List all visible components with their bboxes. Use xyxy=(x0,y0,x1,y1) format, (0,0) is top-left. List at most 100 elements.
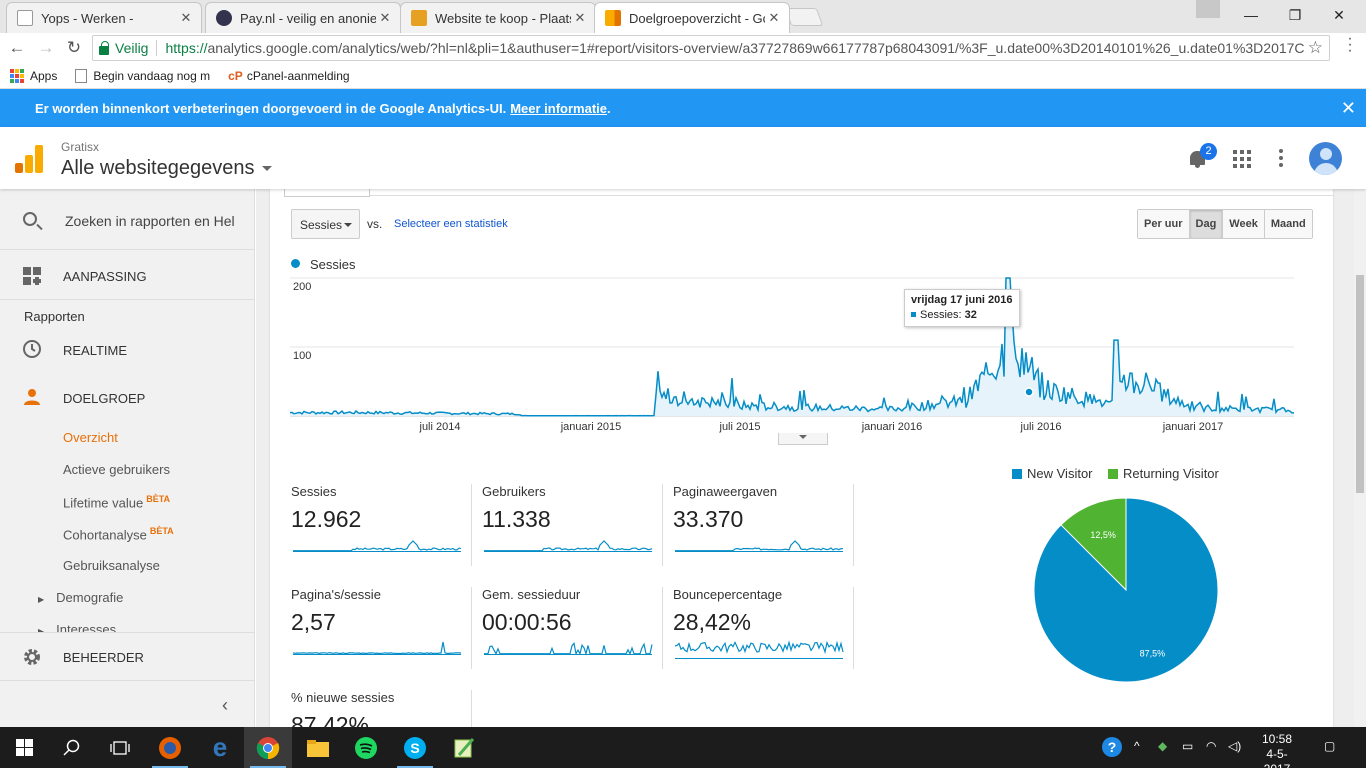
pie-legend-new[interactable]: New Visitor xyxy=(1012,466,1093,481)
close-icon[interactable]: ✕ xyxy=(765,10,783,26)
x-tick-label: juli 2014 xyxy=(419,421,461,433)
wifi-icon[interactable]: ◠ xyxy=(1206,739,1216,753)
divider xyxy=(853,587,854,669)
task-view-icon[interactable] xyxy=(96,727,144,768)
metric-dropdown[interactable]: Sessies xyxy=(291,209,360,239)
period-dag-button[interactable]: Dag xyxy=(1189,210,1224,238)
more-vert-icon[interactable] xyxy=(1279,149,1283,167)
metric-tile[interactable]: % nieuwe sessies 87,42% xyxy=(291,690,481,727)
bookmark-item[interactable]: cP cPanel-aanmelding xyxy=(228,69,349,83)
minimize-icon[interactable]: — xyxy=(1228,0,1274,30)
apps-grid-icon[interactable] xyxy=(1233,150,1251,168)
browser-tab-active[interactable]: Doelgroepoverzicht - Go ✕ xyxy=(594,2,790,33)
restore-icon[interactable]: ❐ xyxy=(1272,0,1318,30)
sparkline xyxy=(293,540,462,552)
reload-icon[interactable]: ↻ xyxy=(63,37,85,59)
collapse-sidebar-icon[interactable]: ‹ xyxy=(222,695,228,716)
system-clock[interactable]: 10:58 4-5-2017 xyxy=(1256,732,1298,777)
skype-icon[interactable]: S xyxy=(391,727,439,768)
new-tab-button[interactable] xyxy=(784,8,824,26)
metric-tile[interactable]: Paginaweergaven 33.370 xyxy=(673,484,863,566)
report-area: Sessies vs. Selecteer een statistiek Per… xyxy=(256,189,1354,727)
action-center-icon[interactable]: ▢ xyxy=(1324,739,1335,753)
close-window-icon[interactable]: ✕ xyxy=(1316,0,1362,30)
browser-tab[interactable]: Pay.nl - veilig en anonien ✕ xyxy=(205,2,401,33)
select-statistic-link[interactable]: Selecteer een statistiek xyxy=(394,218,508,230)
visitor-pie-chart[interactable]: 12,5% 87,5% xyxy=(1031,495,1221,685)
sidebar-search[interactable]: Zoeken in rapporten en Hel xyxy=(0,189,254,250)
section-label-rapporten: Rapporten xyxy=(24,309,85,324)
back-icon[interactable]: ← xyxy=(6,37,28,59)
chrome-icon[interactable] xyxy=(244,727,292,768)
sidebar-item-beheerder[interactable]: BEHEERDER xyxy=(0,633,254,681)
secure-indicator[interactable]: Veilig xyxy=(99,40,148,56)
bookmark-apps[interactable]: Apps xyxy=(10,68,57,83)
pie-slice[interactable] xyxy=(1033,497,1219,683)
browser-tab[interactable]: Website te koop - Plaats ✕ xyxy=(400,2,596,33)
help-icon[interactable]: ? xyxy=(1101,736,1123,761)
close-icon[interactable]: ✕ xyxy=(571,10,589,26)
triangle-right-icon: ▶ xyxy=(38,595,45,604)
address-bar[interactable]: Veilig https:// analytics.google.com/ana… xyxy=(92,35,1330,61)
period-per-uur-button[interactable]: Per uur xyxy=(1138,210,1190,238)
report-tab[interactable] xyxy=(284,189,370,197)
sidebar-item-realtime[interactable]: REALTIME xyxy=(0,333,254,367)
chevron-up-icon[interactable]: ^ xyxy=(1134,739,1140,753)
period-maand-button[interactable]: Maand xyxy=(1264,210,1312,238)
firefox-icon[interactable] xyxy=(146,727,194,768)
taskbar: e S ? ^ ◆ ▭ ◠ ◁) 10:58 4-5-2017 ▢ xyxy=(0,727,1366,776)
windows-start-icon[interactable] xyxy=(0,727,48,768)
sidebar-subitem-gebruiksanalyse[interactable]: Gebruiksanalyse xyxy=(63,558,160,573)
collapse-chart-button[interactable] xyxy=(778,433,828,445)
search-icon xyxy=(23,212,37,226)
vs-label: vs. xyxy=(367,217,383,231)
sidebar-subitem-lifetime-value[interactable]: Lifetime value BÈTA xyxy=(63,494,170,510)
notice-link[interactable]: Meer informatie xyxy=(510,101,607,116)
metric-tile[interactable]: Gebruikers 11.338 xyxy=(482,484,672,566)
profile-button[interactable] xyxy=(1196,0,1220,18)
sidebar-item-aanpassing[interactable]: AANPASSING xyxy=(0,250,254,300)
bookmark-item[interactable]: Begin vandaag nog m xyxy=(75,68,210,83)
avatar[interactable] xyxy=(1309,142,1342,175)
sidebar-subitem-overzicht[interactable]: Overzicht xyxy=(63,430,118,445)
battery-icon[interactable]: ▭ xyxy=(1182,739,1193,753)
divider xyxy=(471,690,472,727)
sparkline xyxy=(675,540,844,552)
legend-swatch xyxy=(1012,468,1022,479)
page-scrollbar[interactable] xyxy=(1354,189,1366,727)
metric-tile[interactable]: Bouncepercentage 28,42% xyxy=(673,587,863,669)
scrollbar-thumb[interactable] xyxy=(1356,275,1364,493)
pie-legend-returning[interactable]: Returning Visitor xyxy=(1108,466,1219,481)
search-icon[interactable] xyxy=(48,727,96,768)
svg-text:S: S xyxy=(410,740,419,756)
browser-menu-icon[interactable]: · · · xyxy=(1340,31,1360,59)
sidebar-subitem-actieve-gebruikers[interactable]: Actieve gebruikers xyxy=(63,462,170,477)
close-icon[interactable]: ✕ xyxy=(376,10,394,26)
sidebar-subitem-demografie[interactable]: ▶ Demografie xyxy=(38,590,123,605)
browser-tab[interactable]: Yops - Werken - ✕ xyxy=(6,2,202,33)
metric-tile[interactable]: Gem. sessieduur 00:00:56 xyxy=(482,587,672,669)
url-text: analytics.google.com/analytics/web/?hl=n… xyxy=(207,40,1305,56)
volume-icon[interactable]: ◁) xyxy=(1228,739,1241,753)
metric-tile[interactable]: Sessies 12.962 xyxy=(291,484,481,566)
pie-data-label: 12,5% xyxy=(1090,530,1116,540)
notice-text: Er worden binnenkort verbeteringen doorg… xyxy=(35,100,507,116)
sessions-chart[interactable]: 200 100 juli 2014 januari 2015 juli 2015… xyxy=(290,275,1314,435)
notepad-icon[interactable] xyxy=(440,727,488,768)
legend-swatch xyxy=(1108,468,1118,479)
close-icon[interactable]: ✕ xyxy=(177,10,195,26)
period-week-button[interactable]: Week xyxy=(1223,210,1265,238)
edge-icon[interactable]: e xyxy=(196,727,244,768)
dropbox-icon[interactable]: ◆ xyxy=(1158,739,1167,753)
period-toggle: Per uur Dag Week Maand xyxy=(1137,209,1313,239)
sidebar-item-doelgroep[interactable]: DOELGROEP xyxy=(0,381,254,415)
property-selector[interactable]: Alle websitegegevens xyxy=(61,157,273,180)
star-icon[interactable]: ☆ xyxy=(1308,38,1323,58)
divider xyxy=(370,195,1333,196)
close-icon[interactable]: ✕ xyxy=(1341,98,1356,119)
spotify-icon[interactable] xyxy=(342,727,390,768)
sidebar-subitem-cohortanalyse[interactable]: Cohortanalyse BÈTA xyxy=(63,526,174,542)
file-explorer-icon[interactable] xyxy=(294,727,342,768)
forward-icon[interactable]: → xyxy=(35,37,57,59)
metric-tile[interactable]: Pagina's/sessie 2,57 xyxy=(291,587,481,669)
